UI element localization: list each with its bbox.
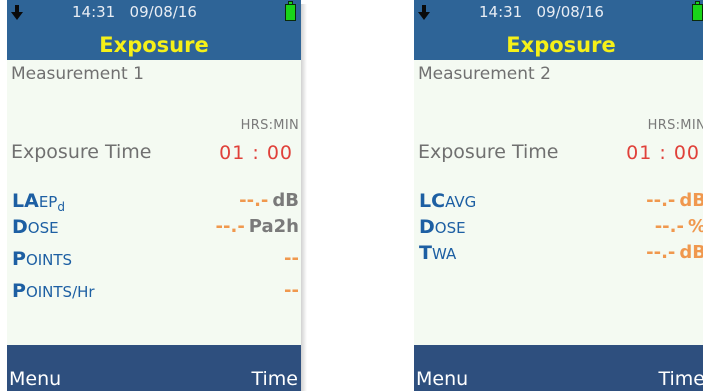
softkey-bar: Menu Time [414,345,703,391]
battery-full-icon [285,1,296,21]
exposure-time-value: 01 : 00 [626,142,700,164]
metric-label: TWA [419,242,457,264]
metric-value: -- [284,248,299,269]
time-softkey[interactable]: Time [252,368,299,390]
battery-full-icon [692,1,703,21]
metric-row-dose: DOSE --.-% [414,214,703,240]
status-bar: 14:31 09/08/16 [414,0,703,30]
metric-label: DOSE [12,216,59,238]
metric-label: POINTS [12,248,73,270]
menu-softkey[interactable]: Menu [416,368,468,390]
metric-value: --.- Pa2h [215,216,299,237]
measurement-name: Measurement 2 [418,64,551,84]
measurement-name: Measurement 1 [11,64,144,84]
metric-value: --.- dB [239,190,299,211]
metric-row-dose: DOSE --.- Pa2h [7,214,301,240]
time-units-label: HRS:MIN [240,118,299,133]
status-clock: 14:31 09/08/16 [479,3,604,21]
screen-title: Exposure [7,30,301,60]
exposure-time-value: 01 : 00 [219,142,293,164]
metric-row-twa: TWA --.- dB [414,240,703,266]
metric-row-lcavg: LCAVG --.- dB [414,188,703,214]
device-screen-1: 14:31 09/08/16 Exposure Measurement 1 HR… [7,0,301,391]
time-units-label: HRS:MIN [647,118,703,133]
metric-value: --.-% [654,216,703,237]
exposure-time-label: Exposure Time [11,141,152,163]
metric-label: POINTS/Hr [12,280,95,302]
metric-label: DOSE [419,216,466,238]
device-screen-2: 14:31 09/08/16 Exposure Measurement 2 HR… [414,0,703,391]
metric-value: --.- dB [646,242,703,263]
metric-value: -- [284,280,299,301]
metric-row-laepd: LAEPd --.- dB [7,188,301,214]
metric-row-points-hr: POINTS/Hr -- [7,278,301,304]
down-arrow-icon [418,5,430,20]
status-bar: 14:31 09/08/16 [7,0,301,30]
device-shadow [301,4,307,391]
metric-value: --.- dB [646,190,703,211]
softkey-bar: Menu Time [7,345,301,391]
menu-softkey[interactable]: Menu [9,368,61,390]
status-clock: 14:31 09/08/16 [72,3,197,21]
time-softkey[interactable]: Time [659,368,703,390]
down-arrow-icon [11,5,23,20]
exposure-time-label: Exposure Time [418,141,559,163]
screen-title: Exposure [414,30,703,60]
metric-label: LCAVG [419,190,477,212]
metric-row-points: POINTS -- [7,246,301,272]
